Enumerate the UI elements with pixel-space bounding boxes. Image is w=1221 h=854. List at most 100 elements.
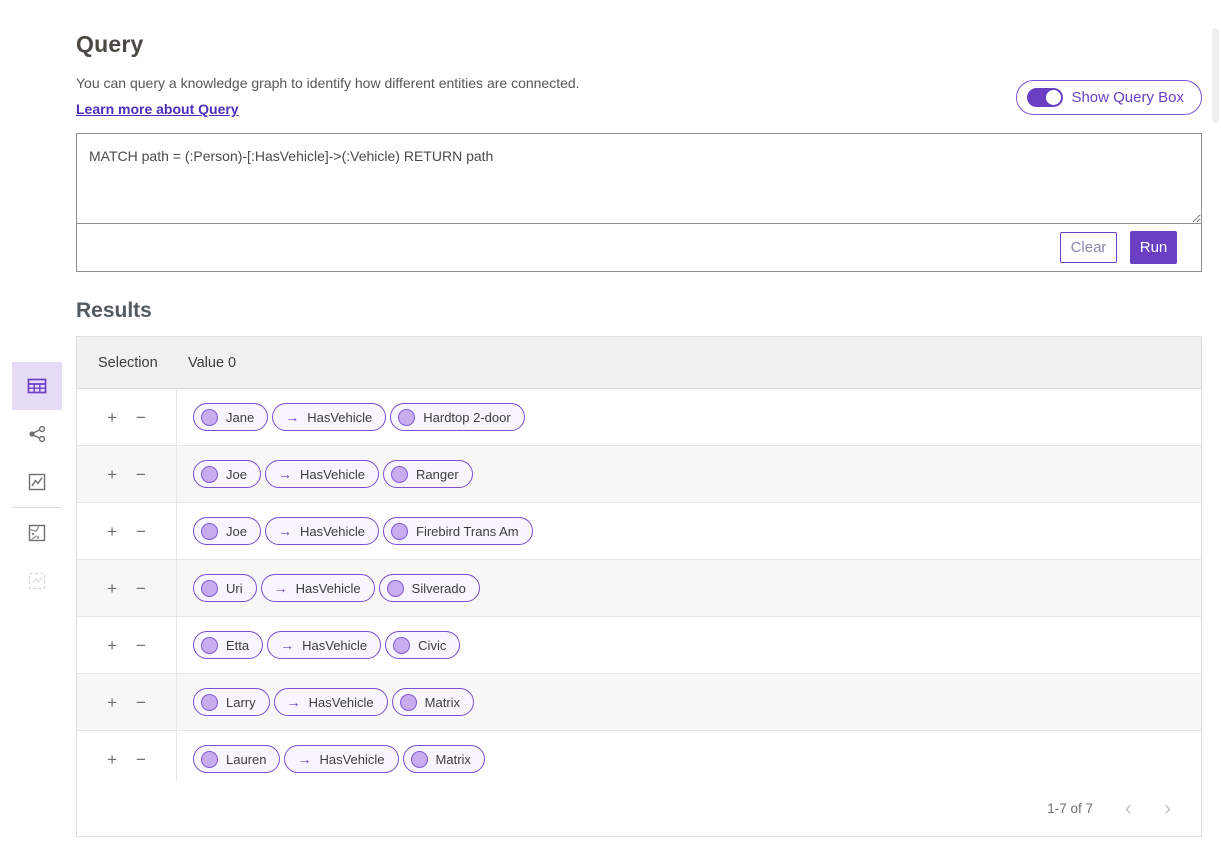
table-row: + − Jane → HasVehicle <box>77 389 1201 446</box>
edge-chip[interactable]: → HasVehicle <box>284 745 398 773</box>
edge-chip[interactable]: → HasVehicle <box>265 517 379 545</box>
node-icon <box>393 637 410 654</box>
query-actions: Clear Run <box>77 224 1201 271</box>
node-icon <box>201 466 218 483</box>
target-node-chip[interactable]: Silverado <box>379 574 480 602</box>
source-node-chip[interactable]: Lauren <box>193 745 280 773</box>
value-cell: Uri → HasVehicle Silverado <box>177 574 480 602</box>
node-icon <box>400 694 417 711</box>
value-cell: Lauren → HasVehicle Matrix <box>177 745 485 773</box>
node-icon <box>398 409 415 426</box>
map-icon <box>25 521 49 545</box>
results-area: Selection Value 0 + − Jane → <box>76 336 1202 837</box>
page-scrollbar[interactable] <box>1212 28 1219 123</box>
target-node-chip[interactable]: Civic <box>385 631 460 659</box>
node-icon <box>201 694 218 711</box>
remove-from-selection-button[interactable]: − <box>134 407 148 428</box>
view-switcher <box>12 362 62 605</box>
edge-chip[interactable]: → HasVehicle <box>267 631 381 659</box>
table-body[interactable]: + − Jane → HasVehicle <box>77 389 1201 781</box>
node-icon <box>201 409 218 426</box>
table-row: + − Joe → HasVehicle <box>77 446 1201 503</box>
value-cell: Joe → HasVehicle Ranger <box>177 460 473 488</box>
edge-chip[interactable]: → HasVehicle <box>261 574 375 602</box>
selection-cell: + − <box>77 560 177 616</box>
arrow-right-icon: → <box>274 581 288 595</box>
table-row: + − Etta → HasVehicle <box>77 617 1201 674</box>
source-node-chip[interactable]: Joe <box>193 460 261 488</box>
target-node-chip[interactable]: Matrix <box>403 745 485 773</box>
value-cell: Joe → HasVehicle Firebird Trans Am <box>177 517 533 545</box>
source-node-chip[interactable]: Etta <box>193 631 263 659</box>
node-icon <box>391 466 408 483</box>
clear-button[interactable]: Clear <box>1060 232 1117 263</box>
target-node-chip[interactable]: Ranger <box>383 460 473 488</box>
table-footer: 1-7 of 7 ‹ › <box>77 781 1201 836</box>
node-icon <box>201 523 218 540</box>
remove-from-selection-button[interactable]: − <box>134 464 148 485</box>
remove-from-selection-button[interactable]: − <box>134 635 148 656</box>
table-header: Selection Value 0 <box>77 337 1201 389</box>
value-cell: Jane → HasVehicle Hardtop 2-door <box>177 403 525 431</box>
selection-cell: + − <box>77 617 177 673</box>
edge-chip[interactable]: → HasVehicle <box>272 403 386 431</box>
source-node-chip[interactable]: Joe <box>193 517 261 545</box>
toggle-label: Show Query Box <box>1071 89 1184 106</box>
learn-more-link[interactable]: Learn more about Query <box>76 101 239 117</box>
add-to-selection-button[interactable]: + <box>105 635 119 656</box>
edge-chip[interactable]: → HasVehicle <box>265 460 379 488</box>
add-to-selection-button[interactable]: + <box>105 749 119 770</box>
arrow-right-icon: → <box>285 410 299 424</box>
value-cell: Larry → HasVehicle Matrix <box>177 688 474 716</box>
raw-view-button[interactable] <box>12 557 62 605</box>
selection-cell: + − <box>77 389 177 445</box>
remove-from-selection-button[interactable]: − <box>134 578 148 599</box>
add-to-selection-button[interactable]: + <box>105 464 119 485</box>
add-to-selection-button[interactable]: + <box>105 407 119 428</box>
column-header-value0: Value 0 <box>177 355 236 371</box>
query-intro-row: You can query a knowledge graph to ident… <box>76 75 1202 119</box>
target-node-chip[interactable]: Matrix <box>392 688 474 716</box>
remove-from-selection-button[interactable]: − <box>134 521 148 542</box>
toggle-switch-icon <box>1027 88 1063 107</box>
add-to-selection-button[interactable]: + <box>105 521 119 542</box>
add-to-selection-button[interactable]: + <box>105 578 119 599</box>
raw-view-icon <box>25 569 49 593</box>
arrow-right-icon: → <box>278 467 292 481</box>
graph-view-button[interactable] <box>12 410 62 458</box>
node-icon <box>201 637 218 654</box>
run-button[interactable]: Run <box>1130 231 1177 264</box>
source-node-chip[interactable]: Larry <box>193 688 270 716</box>
table-row: + − Larry → HasVehicle <box>77 674 1201 731</box>
query-panel: MATCH path = (:Person)-[:HasVehicle]->(:… <box>76 133 1202 272</box>
pagination-range: 1-7 of 7 <box>1047 801 1093 816</box>
page-title: Query <box>76 0 1202 58</box>
selection-cell: + − <box>77 674 177 730</box>
arrow-right-icon: → <box>280 638 294 652</box>
add-to-selection-button[interactable]: + <box>105 692 119 713</box>
arrow-right-icon: → <box>287 695 301 709</box>
query-input[interactable]: MATCH path = (:Person)-[:HasVehicle]->(:… <box>77 134 1201 224</box>
table-row: + − Uri → HasVehicle <box>77 560 1201 617</box>
table-view-button[interactable] <box>12 362 62 410</box>
next-page-button[interactable]: › <box>1164 798 1171 819</box>
map-view-button[interactable] <box>12 509 62 557</box>
table-row: + − Joe → HasVehicle <box>77 503 1201 560</box>
rail-divider <box>12 507 62 508</box>
chart-view-button[interactable] <box>12 458 62 506</box>
selection-cell: + − <box>77 503 177 559</box>
source-node-chip[interactable]: Jane <box>193 403 268 431</box>
node-icon <box>411 751 428 768</box>
node-icon <box>201 751 218 768</box>
show-query-box-toggle[interactable]: Show Query Box <box>1016 80 1202 115</box>
previous-page-button[interactable]: ‹ <box>1125 798 1132 819</box>
arrow-right-icon: → <box>278 524 292 538</box>
target-node-chip[interactable]: Firebird Trans Am <box>383 517 533 545</box>
graph-icon <box>25 422 49 446</box>
source-node-chip[interactable]: Uri <box>193 574 257 602</box>
target-node-chip[interactable]: Hardtop 2-door <box>390 403 524 431</box>
node-icon <box>201 580 218 597</box>
remove-from-selection-button[interactable]: − <box>134 749 148 770</box>
edge-chip[interactable]: → HasVehicle <box>274 688 388 716</box>
remove-from-selection-button[interactable]: − <box>134 692 148 713</box>
